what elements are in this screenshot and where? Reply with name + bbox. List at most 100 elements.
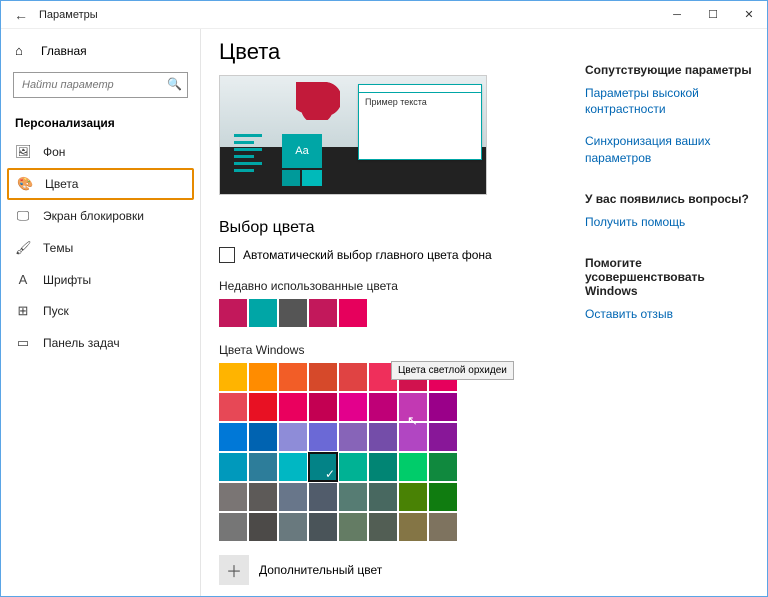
nav-item-taskbar[interactable]: ▭Панель задач	[1, 327, 200, 359]
palette-color-swatch[interactable]	[219, 513, 247, 541]
lock-icon: 🖵	[15, 208, 31, 224]
preview-start: Aa	[226, 116, 346, 188]
palette-color-swatch[interactable]	[249, 513, 277, 541]
palette-color-swatch[interactable]	[219, 393, 247, 421]
nav-item-background[interactable]: 🖼Фон	[1, 136, 200, 168]
windows-colors-palette: Цвета светлой орхидеи ↖	[219, 363, 561, 541]
search-box: 🔍	[13, 72, 188, 98]
back-button[interactable]: ←	[9, 3, 33, 27]
window-body: ⌂ Главная 🔍 Персонализация 🖼Фон 🎨Цвета 🖵…	[1, 29, 767, 596]
palette-color-swatch[interactable]	[279, 483, 307, 511]
search-input[interactable]	[13, 72, 188, 98]
link-feedback[interactable]: Оставить отзыв	[585, 306, 753, 322]
content: Цвета Aa Пример текста Выбор ц	[201, 29, 579, 596]
home-link[interactable]: ⌂ Главная	[1, 37, 200, 64]
nav-item-themes[interactable]: 🖌Темы	[1, 232, 200, 264]
palette-color-swatch[interactable]	[369, 483, 397, 511]
nav-group-header: Персонализация	[1, 106, 200, 136]
recent-color-swatch[interactable]	[249, 299, 277, 327]
palette-color-swatch[interactable]	[339, 483, 367, 511]
auto-pick-checkbox[interactable]: Автоматический выбор главного цвета фона	[219, 247, 561, 263]
palette-color-swatch[interactable]	[249, 453, 277, 481]
palette-color-swatch[interactable]	[309, 363, 337, 391]
close-button[interactable]: ✕	[731, 1, 767, 29]
checkbox-box	[219, 247, 235, 263]
sidebar: ⌂ Главная 🔍 Персонализация 🖼Фон 🎨Цвета 🖵…	[1, 29, 201, 596]
palette-color-swatch[interactable]	[339, 513, 367, 541]
palette-color-swatch[interactable]	[309, 483, 337, 511]
page-heading: Цвета	[219, 39, 561, 65]
palette-color-swatch[interactable]	[219, 453, 247, 481]
taskbar-icon: ▭	[15, 335, 31, 351]
palette-color-swatch[interactable]	[429, 393, 457, 421]
palette-color-swatch[interactable]	[339, 453, 367, 481]
palette-color-swatch[interactable]	[339, 423, 367, 451]
related-heading: Сопутствующие параметры	[585, 63, 753, 77]
palette-color-swatch[interactable]	[399, 453, 427, 481]
palette-color-swatch[interactable]	[279, 363, 307, 391]
palette-color-swatch[interactable]	[279, 453, 307, 481]
palette-color-swatch[interactable]	[399, 393, 427, 421]
improve-heading: Помогите усовершенствовать Windows	[585, 256, 753, 298]
link-get-help[interactable]: Получить помощь	[585, 214, 753, 230]
palette-icon: 🎨	[17, 176, 33, 192]
preview-tile-small-2	[302, 170, 322, 186]
palette-color-swatch[interactable]	[309, 423, 337, 451]
window-title: Параметры	[39, 9, 98, 21]
palette-color-swatch[interactable]	[369, 453, 397, 481]
palette-color-swatch[interactable]	[429, 513, 457, 541]
right-panel: Сопутствующие параметры Параметры высоко…	[579, 29, 767, 596]
palette-color-swatch[interactable]	[399, 483, 427, 511]
recent-color-swatch[interactable]	[279, 299, 307, 327]
preview-window-titlebar	[359, 85, 481, 93]
palette-color-swatch[interactable]	[279, 423, 307, 451]
minimize-button[interactable]: ─	[659, 1, 695, 29]
recent-color-swatch[interactable]	[219, 299, 247, 327]
nav-item-lockscreen[interactable]: 🖵Экран блокировки	[1, 200, 200, 232]
palette-color-swatch[interactable]	[339, 393, 367, 421]
palette-color-swatch[interactable]	[369, 513, 397, 541]
palette-color-swatch[interactable]	[339, 363, 367, 391]
nav-list: 🖼Фон 🎨Цвета 🖵Экран блокировки 🖌Темы AШри…	[1, 136, 200, 359]
recent-color-swatch[interactable]	[309, 299, 337, 327]
windows-colors-head: Цвета Windows	[219, 343, 561, 357]
palette-color-swatch[interactable]	[369, 393, 397, 421]
palette-color-swatch[interactable]	[369, 423, 397, 451]
palette-color-swatch[interactable]	[249, 363, 277, 391]
start-icon: ⊞	[15, 303, 31, 319]
palette-color-swatch[interactable]	[429, 453, 457, 481]
palette-color-swatch[interactable]	[309, 393, 337, 421]
palette-color-swatch[interactable]	[309, 513, 337, 541]
plus-icon: ＋	[219, 555, 249, 585]
palette-color-swatch[interactable]	[429, 483, 457, 511]
auto-pick-label: Автоматический выбор главного цвета фона	[243, 248, 492, 262]
nav-item-fonts[interactable]: AШрифты	[1, 264, 200, 295]
nav-item-start[interactable]: ⊞Пуск	[1, 295, 200, 327]
link-sync-settings[interactable]: Синхронизация ваших параметров	[585, 133, 753, 165]
theme-icon: 🖌	[15, 240, 31, 256]
link-high-contrast[interactable]: Параметры высокой контрастности	[585, 85, 753, 117]
preview-menu-lines	[234, 134, 272, 176]
palette-color-swatch[interactable]	[279, 513, 307, 541]
maximize-button[interactable]: ☐	[695, 1, 731, 29]
palette-color-swatch[interactable]	[429, 423, 457, 451]
palette-color-swatch[interactable]	[399, 423, 427, 451]
palette-color-swatch[interactable]	[309, 453, 337, 481]
palette-color-swatch[interactable]	[219, 363, 247, 391]
palette-color-swatch[interactable]	[249, 393, 277, 421]
palette-color-swatch[interactable]	[219, 483, 247, 511]
custom-color-button[interactable]: ＋ Дополнительный цвет	[219, 555, 561, 585]
settings-window: ← Параметры ─ ☐ ✕ ⌂ Главная 🔍 Персонализ…	[0, 0, 768, 597]
palette-color-swatch[interactable]	[279, 393, 307, 421]
palette-color-swatch[interactable]	[249, 423, 277, 451]
palette-color-swatch[interactable]	[399, 513, 427, 541]
questions-heading: У вас появились вопросы?	[585, 192, 753, 206]
main-area: Цвета Aa Пример текста Выбор ц	[201, 29, 767, 596]
palette-color-swatch[interactable]	[249, 483, 277, 511]
color-preview: Aa Пример текста	[219, 75, 487, 195]
palette-color-swatch[interactable]	[219, 423, 247, 451]
section-choose-color: Выбор цвета	[219, 219, 561, 237]
color-tooltip: Цвета светлой орхидеи	[391, 361, 514, 380]
nav-item-colors[interactable]: 🎨Цвета	[7, 168, 194, 200]
recent-color-swatch[interactable]	[339, 299, 367, 327]
